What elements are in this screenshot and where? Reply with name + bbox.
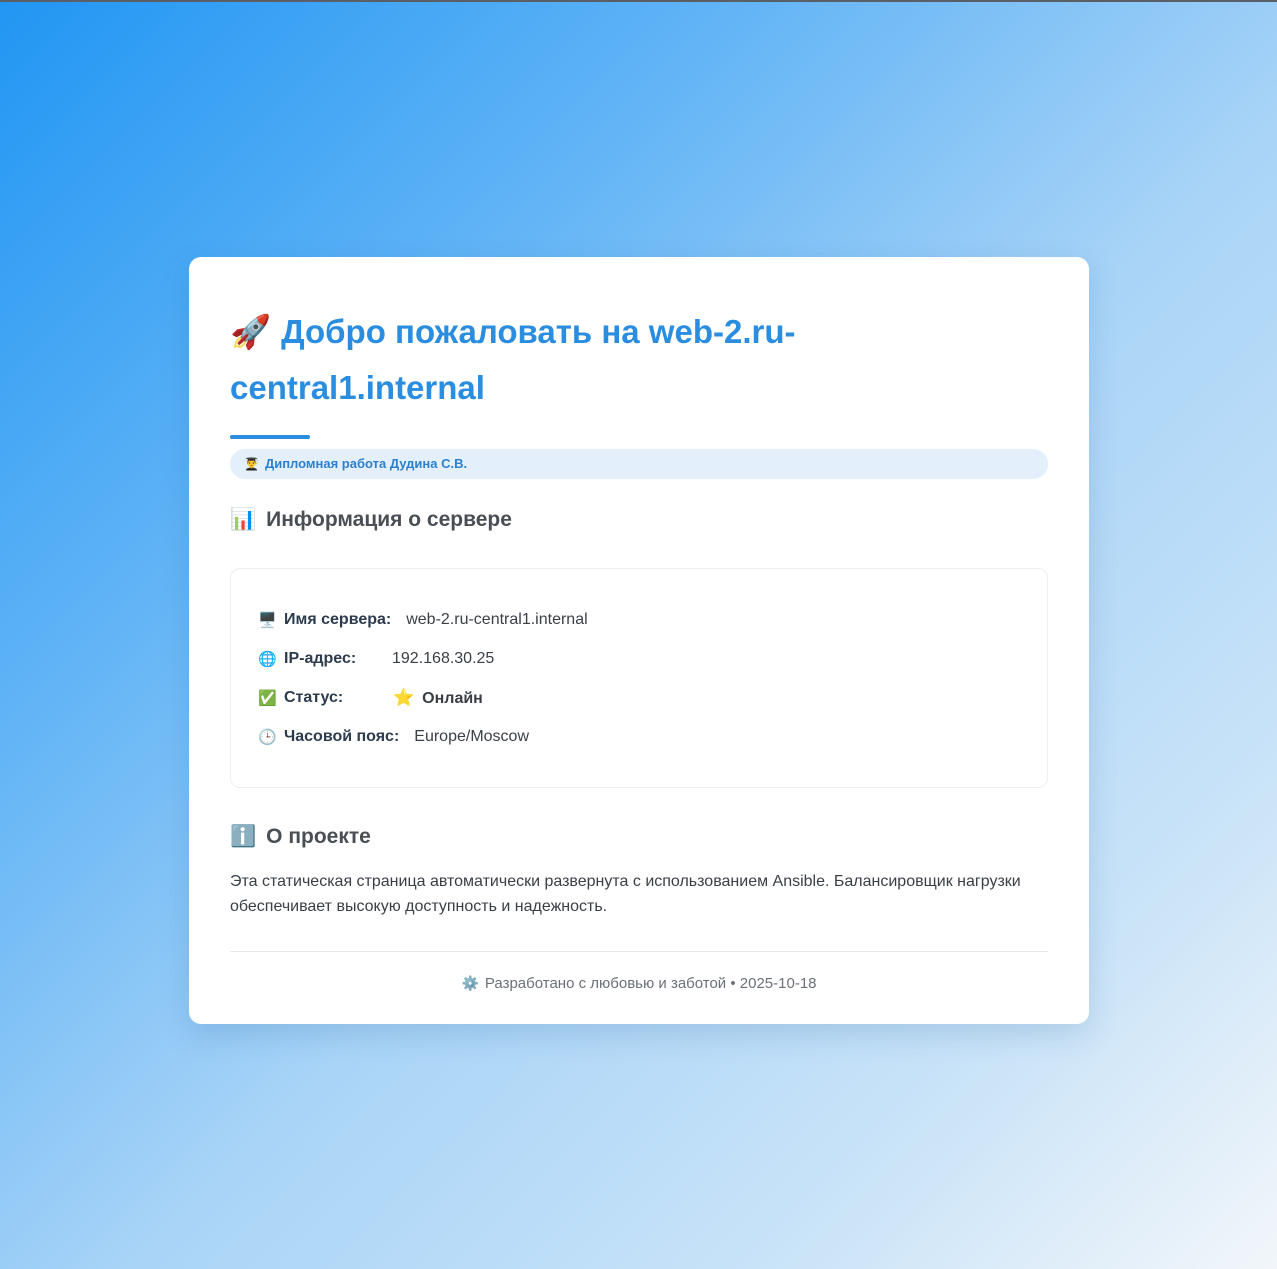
gear-icon: ⚙️ bbox=[461, 975, 479, 991]
server-info-panel: 🖥️ Имя сервера: web-2.ru-central1.intern… bbox=[230, 568, 1048, 788]
server-name-value: web-2.ru-central1.internal bbox=[406, 611, 588, 628]
about-heading-text: О проекте bbox=[266, 825, 371, 848]
timezone-label: Часовой пояс: bbox=[284, 728, 400, 745]
computer-icon: 🖥️ bbox=[258, 612, 277, 629]
page-title: 🚀 Добро пожаловать на web-2.ru-central1.i… bbox=[230, 304, 1048, 416]
ip-address-value: 192.168.30.25 bbox=[392, 650, 495, 667]
thesis-badge: 👨‍🎓 Дипломная работа Дудина С.В. bbox=[230, 449, 1048, 479]
page-title-text: Добро пожаловать на web-2.ru-central1.in… bbox=[230, 313, 796, 406]
student-icon: 👨‍🎓 bbox=[244, 457, 259, 471]
status-row: ✅ Статус: ⭐ Онлайн bbox=[258, 686, 1047, 710]
clock-icon: 🕒 bbox=[258, 729, 277, 746]
status-label: Статус: bbox=[284, 689, 344, 706]
timezone-value: Europe/Moscow bbox=[414, 728, 529, 745]
title-underline bbox=[230, 435, 310, 439]
star-icon: ⭐ bbox=[393, 688, 415, 707]
server-info-heading: 📊 Информация о сервере bbox=[230, 508, 1048, 532]
about-heading: ℹ️ О проекте bbox=[230, 825, 1048, 849]
ip-address-label: IP-адрес: bbox=[284, 650, 357, 667]
check-icon: ✅ bbox=[258, 690, 277, 707]
info-icon: ℹ️ bbox=[230, 825, 257, 848]
welcome-card: 🚀 Добро пожаловать на web-2.ru-central1.i… bbox=[189, 257, 1089, 1024]
footer-text: Разработано с любовью и заботой • 2025-1… bbox=[484, 975, 817, 992]
timezone-row: 🕒 Часовой пояс: Europe/Moscow bbox=[258, 725, 1047, 749]
server-info-heading-text: Информация о сервере bbox=[266, 508, 512, 531]
footer: ⚙️ Разработано с любовью и заботой • 2025… bbox=[230, 975, 1048, 992]
bar-chart-icon: 📊 bbox=[230, 508, 257, 531]
status-value: ⭐ Онлайн bbox=[393, 688, 483, 708]
server-name-label: Имя сервера: bbox=[284, 611, 392, 628]
footer-divider bbox=[230, 951, 1048, 952]
window-top-border bbox=[0, 0, 1277, 2]
server-name-row: 🖥️ Имя сервера: web-2.ru-central1.intern… bbox=[258, 608, 1047, 632]
ip-address-row: 🌐 IP-адрес: 192.168.30.25 bbox=[258, 647, 1047, 671]
rocket-icon: 🚀 bbox=[230, 313, 272, 350]
status-value-text: Онлайн bbox=[422, 690, 483, 707]
about-text: Эта статическая страница автоматически р… bbox=[230, 873, 1021, 915]
globe-icon: 🌐 bbox=[258, 651, 277, 668]
thesis-badge-text: Дипломная работа Дудина С.В. bbox=[264, 456, 468, 471]
